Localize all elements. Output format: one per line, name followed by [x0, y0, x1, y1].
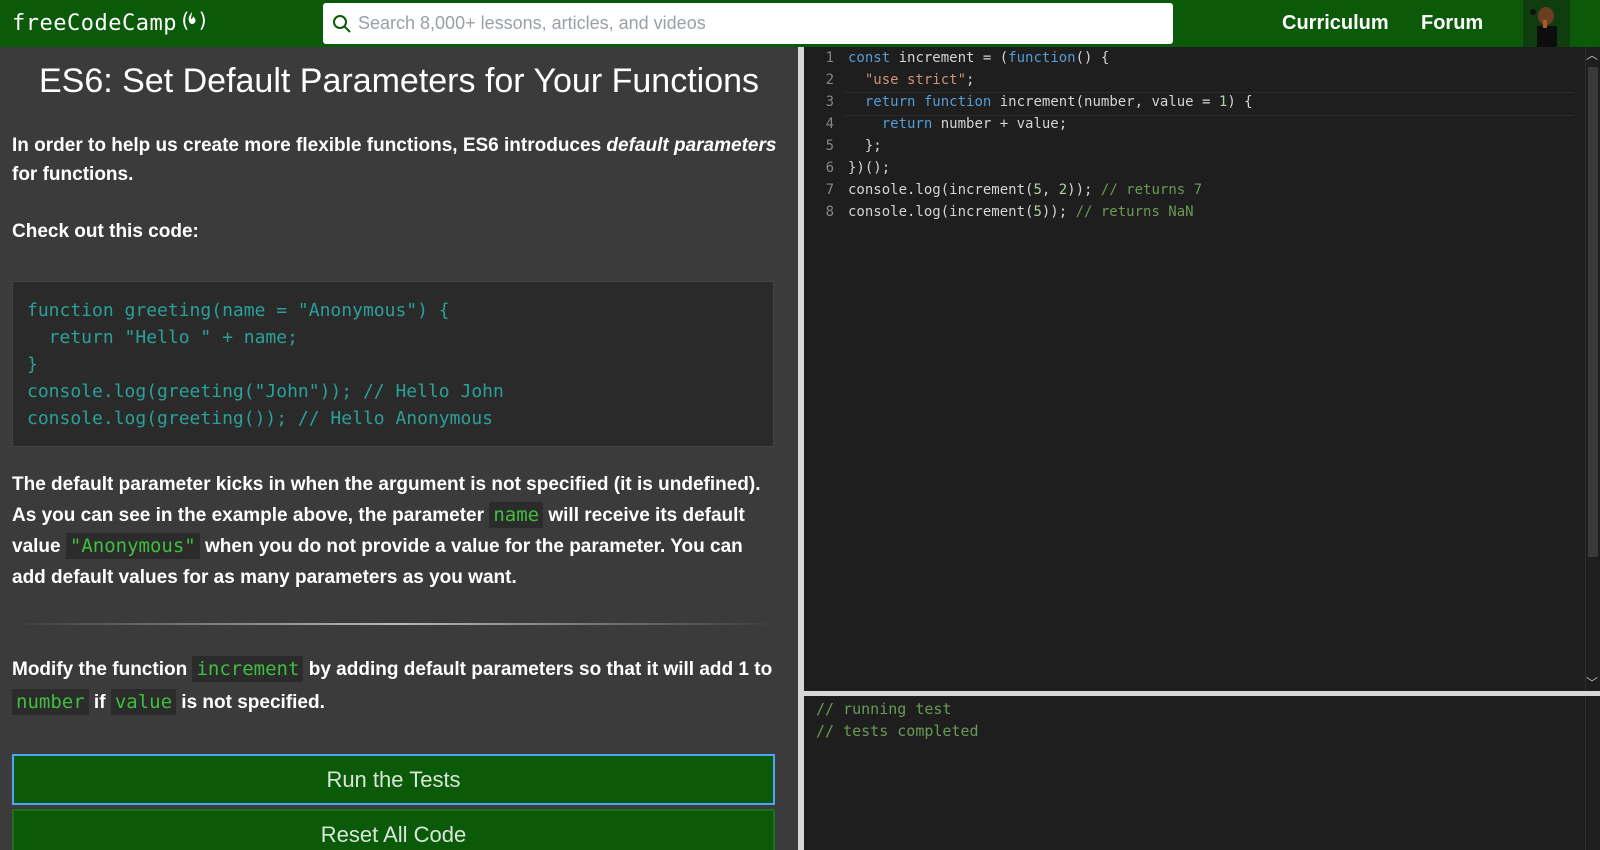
search-bar[interactable]: Search 8,000+ lessons, articles, and vid… [323, 3, 1173, 44]
line-number: 3 [825, 94, 834, 110]
search-icon [332, 14, 352, 34]
task-text-4: is not specified. [176, 692, 325, 713]
chevron-down-icon[interactable]: ﹀ [1586, 677, 1598, 689]
intro-paragraph: In order to help us create more flexible… [12, 131, 777, 189]
code-line[interactable]: console.log(increment(5, 2)); // returns… [848, 182, 1202, 198]
search-placeholder: Search 8,000+ lessons, articles, and vid… [358, 13, 706, 33]
task-text-2: by adding default parameters so that it … [303, 659, 773, 680]
line-number: 7 [825, 182, 834, 198]
intro-emphasis: default parameters [606, 135, 777, 156]
lesson-title: ES6: Set Default Parameters for Your Fun… [38, 62, 760, 100]
nav-curriculum[interactable]: Curriculum [1282, 12, 1389, 35]
code-line[interactable]: return number + value; [848, 116, 1067, 132]
task-paragraph: Modify the function increment by adding … [12, 653, 777, 719]
fcc-logo[interactable]: freeCodeCamp ( ) [12, 8, 209, 38]
avatar[interactable] [1523, 0, 1570, 47]
editor-scrollbar[interactable]: ︿ ﹀ [1585, 47, 1600, 691]
nav-forum[interactable]: Forum [1421, 12, 1483, 35]
divider [12, 623, 777, 625]
svg-text:): ) [197, 8, 205, 32]
task-text-1: Modify the function [12, 659, 193, 680]
intro-suffix: for functions. [12, 164, 134, 185]
code-increment: increment [192, 656, 304, 682]
output-console: // running test // tests completed [804, 696, 1600, 850]
intro-text: In order to help us create more flexible… [12, 135, 607, 156]
top-navbar: freeCodeCamp ( ) Search 8,000+ lessons, … [0, 0, 1600, 47]
code-line[interactable]: console.log(increment(5)); // returns Na… [848, 204, 1194, 220]
line-number: 5 [825, 138, 834, 154]
code-name: name [489, 502, 544, 528]
logo-text: freeCodeCamp [12, 10, 177, 36]
code-anonymous: "Anonymous" [65, 533, 200, 559]
task-text-3: if [88, 692, 111, 713]
check-code-text: Check out this code: [12, 221, 199, 242]
editor-scroll-thumb[interactable] [1588, 67, 1598, 557]
line-number: 4 [825, 116, 834, 132]
code-line[interactable]: return function increment(number, value … [848, 94, 1253, 110]
line-number: 2 [825, 72, 834, 88]
code-line[interactable]: })(); [848, 160, 890, 176]
code-line[interactable]: "use strict"; [848, 72, 975, 88]
reset-code-button[interactable]: Reset All Code [12, 809, 775, 850]
code-editor[interactable]: 1 const increment = (function() { 2 "use s… [804, 47, 1600, 691]
example-code: function greeting(name = "Anonymous") { … [27, 300, 504, 429]
code-number: number [12, 689, 89, 715]
line-number: 8 [825, 204, 834, 220]
flame-icon: ( ) [179, 8, 209, 38]
run-tests-button[interactable]: Run the Tests [12, 754, 775, 805]
example-code-block: function greeting(name = "Anonymous") { … [12, 281, 774, 447]
chevron-up-icon[interactable]: ︿ [1586, 49, 1598, 61]
line-number: 6 [825, 160, 834, 176]
explanation-paragraph: The default parameter kicks in when the … [12, 469, 777, 593]
line-number: 1 [825, 50, 834, 66]
output-line: // tests completed [816, 722, 979, 740]
code-value: value [110, 689, 177, 715]
instructions-pane: ES6: Set Default Parameters for Your Fun… [0, 47, 798, 850]
output-line: // running test [816, 700, 952, 718]
code-line[interactable]: }; [848, 138, 882, 154]
code-line[interactable]: const increment = (function() { [848, 50, 1109, 66]
output-scrollbar[interactable] [1585, 696, 1600, 850]
